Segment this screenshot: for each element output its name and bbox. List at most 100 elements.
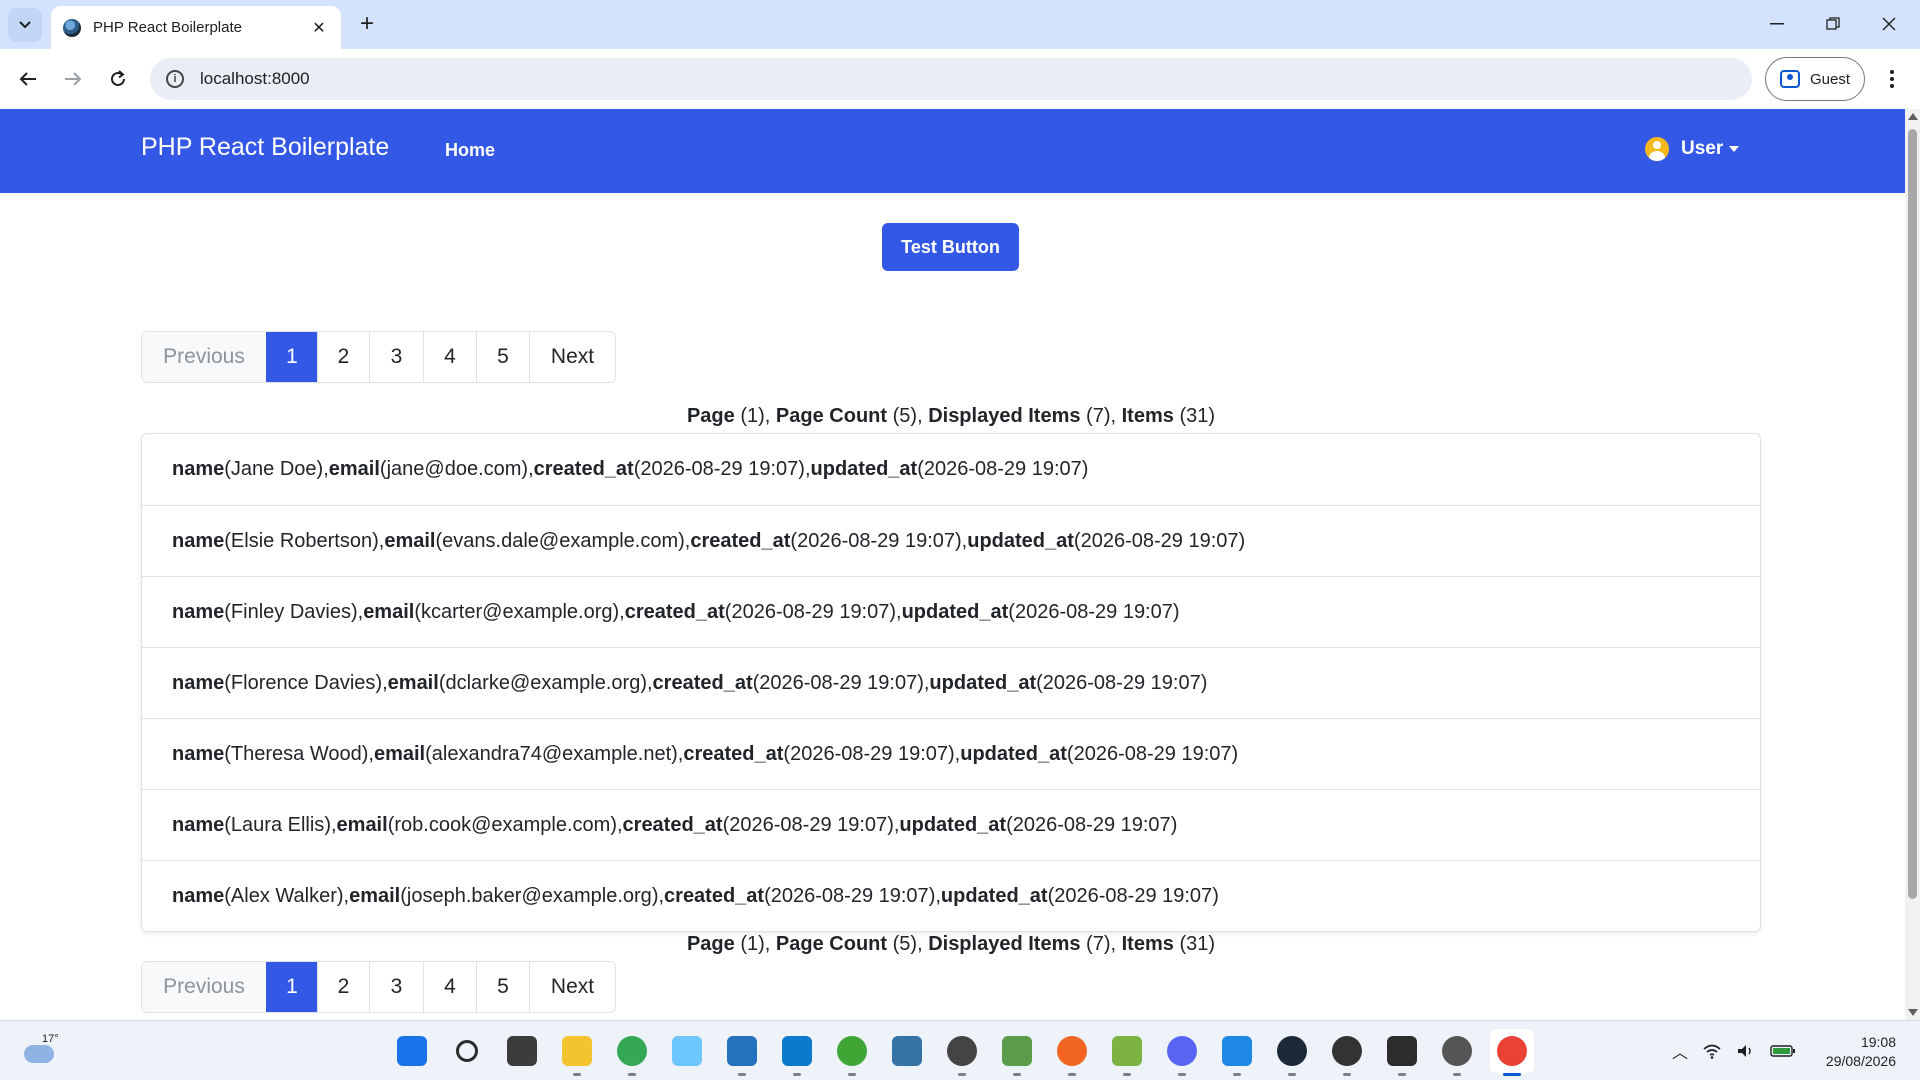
summary-items-value: (31) — [1179, 405, 1216, 427]
pagination-summary-bottom: Page (1), Page Count (5), Displayed Item… — [686, 933, 1216, 955]
pagination-page-1[interactable]: 1 — [266, 962, 317, 1012]
browser-tab[interactable]: PHP React Boilerplate ✕ — [51, 6, 341, 49]
soccer-ball-icon-2[interactable] — [1435, 1029, 1479, 1076]
vscode-icon[interactable] — [775, 1029, 819, 1076]
utorrent-icon[interactable] — [830, 1029, 874, 1076]
task-view-icon[interactable] — [500, 1029, 544, 1073]
summary-displayed-value: (7) — [1086, 933, 1111, 955]
navbar-brand[interactable]: PHP React Boilerplate — [141, 133, 389, 162]
pagination-page-4[interactable]: 4 — [423, 332, 476, 382]
pagination-page-2[interactable]: 2 — [317, 962, 369, 1012]
field-label-name: name — [172, 671, 225, 694]
translate-icon[interactable] — [995, 1029, 1039, 1076]
user-created-at-value: 2026-08-29 19:07 — [731, 600, 890, 623]
running-indicator — [1343, 1073, 1351, 1076]
volume-icon[interactable] — [1736, 1043, 1756, 1059]
close-tab-icon[interactable]: ✕ — [309, 18, 329, 38]
url-text: localhost:8000 — [200, 69, 310, 88]
field-label-name: name — [172, 742, 225, 765]
scrollbar-thumb[interactable] — [1908, 129, 1917, 899]
soccer-ball-icon[interactable] — [940, 1029, 984, 1076]
running-indicator — [1453, 1073, 1461, 1076]
terminal-icon[interactable] — [1380, 1029, 1424, 1076]
file-explorer-icon[interactable] — [555, 1029, 599, 1076]
gem-icon[interactable] — [665, 1029, 709, 1073]
compass-icon[interactable] — [1050, 1029, 1094, 1076]
user-updated-at-value: 2026-08-29 19:07 — [1054, 884, 1213, 907]
clock-date: 29/08/2026 — [1825, 1053, 1896, 1069]
soccer-ball-icon-2-glyph — [1442, 1036, 1472, 1066]
restore-button[interactable] — [1808, 6, 1858, 42]
user-updated-at-value: 2026-08-29 19:07 — [1080, 529, 1239, 552]
user-avatar-icon — [1645, 137, 1669, 161]
pagination-page-5[interactable]: 5 — [476, 962, 529, 1012]
pagination-next[interactable]: Next — [529, 962, 615, 1012]
minimize-button[interactable] — [1752, 6, 1802, 42]
scroll-up-arrow-icon[interactable] — [1908, 113, 1918, 120]
pagination-page-3[interactable]: 3 — [369, 332, 423, 382]
search-icon[interactable] — [445, 1029, 489, 1073]
running-indicator — [958, 1073, 966, 1076]
steam-icon[interactable] — [1270, 1029, 1314, 1076]
tray-chevron-up-icon[interactable]: ︿ — [1672, 1039, 1688, 1063]
reload-button[interactable] — [102, 63, 134, 95]
wifi-icon[interactable] — [1702, 1043, 1722, 1059]
field-label-updated-at: updated_at — [940, 884, 1048, 907]
powershell-icon[interactable] — [720, 1029, 764, 1076]
system-clock[interactable]: 19:08 29/08/2026 — [1800, 1033, 1896, 1071]
scroll-down-arrow-icon[interactable] — [1908, 1009, 1918, 1016]
back-button[interactable] — [12, 63, 44, 95]
arrow-left-icon — [19, 72, 36, 86]
pagination-page-4[interactable]: 4 — [423, 962, 476, 1012]
running-indicator — [1503, 1073, 1521, 1076]
field-label-email: email — [387, 671, 439, 694]
caret-down-icon — [1729, 146, 1740, 152]
nav-link-home[interactable]: Home — [445, 140, 495, 161]
summary-page-count-value: (5) — [892, 933, 918, 955]
address-bar[interactable]: i localhost:8000 — [150, 58, 1752, 100]
taskbar: 17° ︿ 19:08 29/08/2026 — [0, 1020, 1920, 1080]
discord-icon[interactable] — [1160, 1029, 1204, 1076]
profile-icon — [1779, 70, 1800, 88]
pagination-page-3[interactable]: 3 — [369, 962, 423, 1012]
pagination-next[interactable]: Next — [529, 332, 615, 382]
appstore-icon[interactable] — [1215, 1029, 1259, 1076]
test-button[interactable]: Test Button — [882, 223, 1019, 271]
page-scrollbar[interactable] — [1905, 109, 1920, 1020]
compass-icon-glyph — [1057, 1036, 1087, 1066]
user-updated-at-value: 2026-08-29 19:07 — [923, 458, 1082, 480]
pagination-page-5[interactable]: 5 — [476, 332, 529, 382]
running-indicator — [628, 1073, 636, 1076]
site-info-icon[interactable]: i — [166, 70, 184, 88]
chatgpt-icon[interactable] — [1325, 1029, 1369, 1076]
image-editor-icon[interactable] — [1105, 1029, 1149, 1076]
browser-menu-button[interactable] — [1880, 65, 1904, 93]
field-label-name: name — [172, 884, 225, 907]
globe-favicon-icon — [63, 18, 81, 37]
python-icon[interactable] — [885, 1029, 929, 1073]
pagination-page-1[interactable]: 1 — [266, 332, 317, 382]
pagination-previous[interactable]: Previous — [142, 962, 266, 1012]
chrome-icon-glyph — [1497, 1036, 1527, 1066]
field-label-name: name — [172, 600, 225, 623]
field-label-email: email — [336, 813, 388, 836]
pagination-previous[interactable]: Previous — [142, 332, 266, 382]
pagination-page-2[interactable]: 2 — [317, 332, 369, 382]
user-list-item: name (Finley Davies), email (kcarter@exa… — [142, 576, 1760, 647]
gem-icon-glyph — [672, 1036, 702, 1066]
user-list-item: name (Jane Doe), email (jane@doe.com), c… — [172, 458, 1089, 480]
forward-button[interactable] — [57, 63, 89, 95]
user-updated-at-value: 2026-08-29 19:07 — [1014, 600, 1173, 623]
chrome-canary-icon[interactable] — [610, 1029, 654, 1076]
running-indicator — [1068, 1073, 1076, 1076]
chrome-icon[interactable] — [1490, 1029, 1534, 1076]
user-dropdown[interactable]: User — [1645, 137, 1740, 161]
close-window-button[interactable] — [1864, 6, 1914, 42]
tab-search-button[interactable] — [8, 8, 42, 42]
weather-widget[interactable]: 17° — [24, 1033, 64, 1069]
new-tab-button[interactable]: + — [352, 10, 382, 40]
start-icon-glyph — [397, 1036, 427, 1066]
battery-icon[interactable] — [1770, 1044, 1796, 1058]
profile-button[interactable]: Guest — [1765, 57, 1865, 101]
start-icon[interactable] — [390, 1029, 434, 1073]
